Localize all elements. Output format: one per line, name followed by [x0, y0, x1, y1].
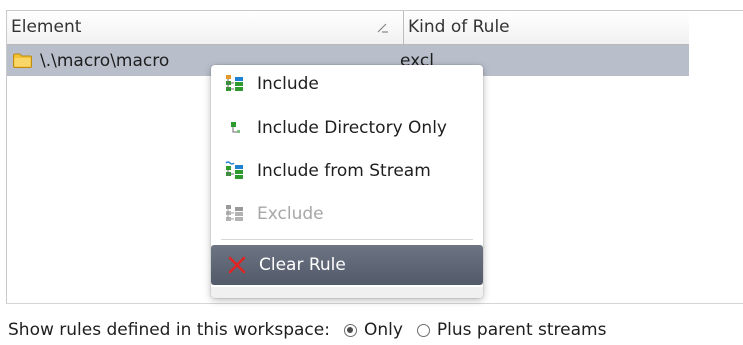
menu-item-clear-rule[interactable]: Clear Rule	[211, 245, 483, 285]
rules-filter-label: Show rules defined in this workspace:	[8, 320, 330, 340]
menu-item-include-from-stream[interactable]: Include from Stream	[217, 154, 477, 188]
column-header-element-label: Element	[11, 17, 82, 37]
radio-plus-parent-streams[interactable]: Plus parent streams	[416, 320, 607, 340]
menu-item-include-label: Include	[257, 74, 319, 94]
table-header: Element Kind of Rule	[7, 11, 689, 45]
menu-item-clear-rule-label: Clear Rule	[259, 255, 346, 275]
column-header-kind-label: Kind of Rule	[408, 17, 510, 37]
clear-rule-icon	[228, 256, 246, 274]
menu-item-include[interactable]: Include	[217, 67, 477, 101]
context-menu: Include Include Directory Only Include f…	[211, 65, 483, 298]
menu-item-include-directory-only-label: Include Directory Only	[257, 118, 447, 138]
menu-item-include-from-stream-label: Include from Stream	[257, 161, 431, 181]
radio-only-indicator[interactable]	[343, 323, 357, 337]
include-directory-icon	[231, 122, 240, 133]
menu-item-exclude[interactable]: Exclude	[217, 197, 477, 231]
include-icon	[226, 75, 243, 91]
divider	[6, 303, 743, 304]
rules-filter-bar: Show rules defined in this workspace: On…	[8, 315, 606, 345]
column-header-element[interactable]: Element	[7, 11, 404, 44]
menu-item-include-directory-only[interactable]: Include Directory Only	[217, 111, 477, 145]
radio-only-label: Only	[363, 320, 403, 340]
menu-separator	[221, 239, 473, 240]
sort-icon	[377, 23, 388, 33]
column-header-kind[interactable]: Kind of Rule	[404, 11, 689, 44]
radio-plus-parent-streams-label: Plus parent streams	[436, 320, 607, 340]
menu-item-exclude-label: Exclude	[257, 204, 324, 224]
folder-icon	[13, 53, 32, 68]
radio-only[interactable]: Only	[343, 320, 403, 340]
exclude-icon	[226, 205, 243, 221]
radio-plus-parent-streams-indicator[interactable]	[416, 323, 430, 337]
menu-footer-strip	[211, 287, 483, 298]
include-from-stream-icon	[225, 161, 243, 179]
